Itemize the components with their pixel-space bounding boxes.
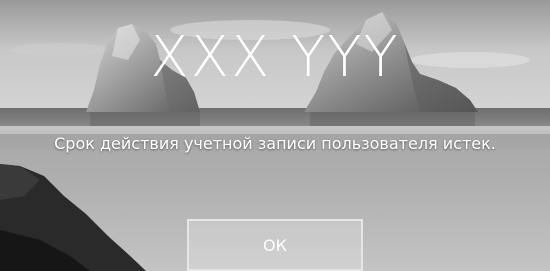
- user-name: XXX YYY: [150, 25, 400, 90]
- ok-button[interactable]: ОК: [187, 219, 363, 271]
- error-message: Срок действия учетной записи пользовател…: [54, 134, 496, 153]
- lock-screen: XXX YYY Срок действия учетной записи пол…: [0, 0, 550, 271]
- lock-screen-overlay: XXX YYY Срок действия учетной записи пол…: [0, 0, 550, 271]
